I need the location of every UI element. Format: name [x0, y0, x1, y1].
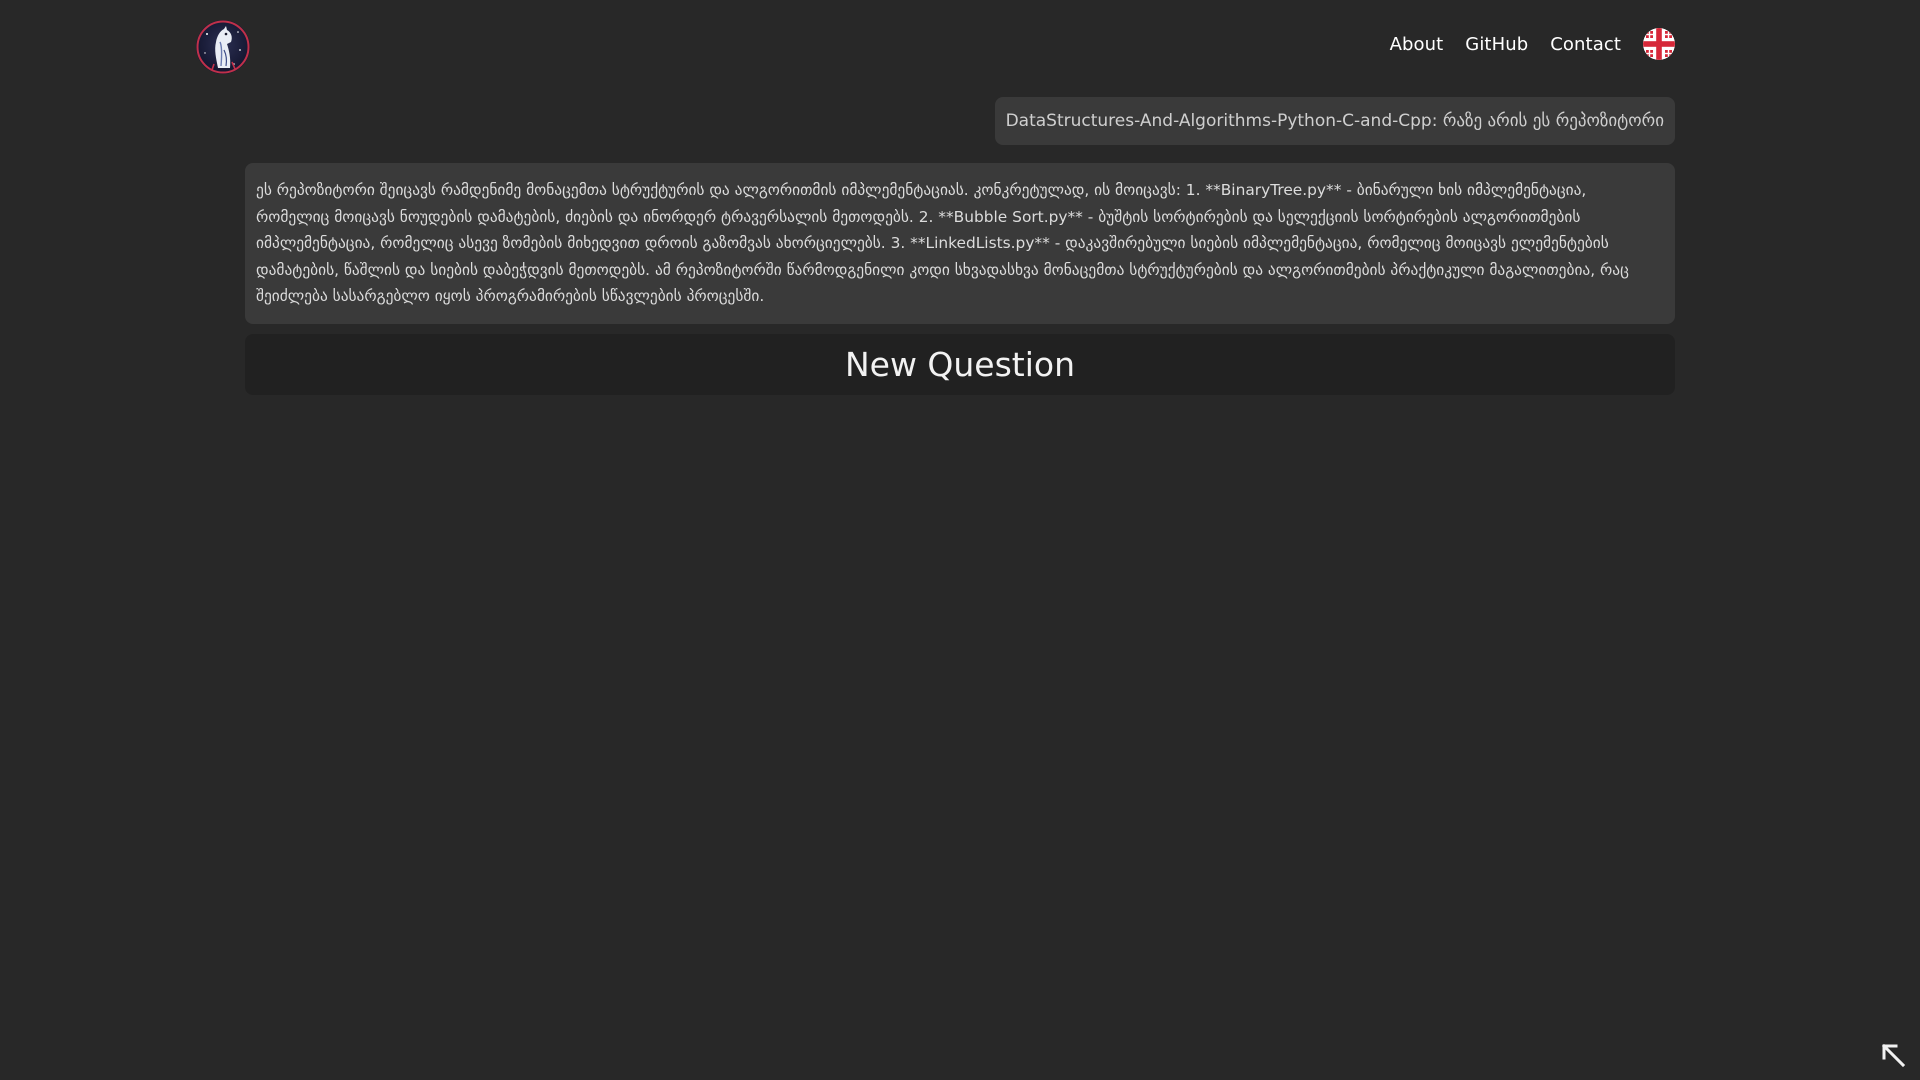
answer-bubble: ეს რეპოზიტორი შეიცავს რამდენიმე მონაცემთ… — [245, 163, 1675, 324]
main-nav: About GitHub Contact — [1390, 28, 1675, 60]
site-header: About GitHub Contact — [0, 0, 1920, 96]
user-question-bubble: DataStructures-And-Algorithms-Python-C-a… — [994, 97, 1675, 145]
uk-flag-icon[interactable] — [1643, 28, 1675, 60]
nav-link-github[interactable]: GitHub — [1465, 34, 1528, 55]
new-question-button[interactable]: New Question — [245, 334, 1675, 395]
nav-link-contact[interactable]: Contact — [1550, 34, 1621, 55]
nav-link-about[interactable]: About — [1390, 34, 1444, 55]
page: About GitHub Contact DataStructures-And-… — [0, 0, 1920, 1080]
llama-astronaut-logo-icon[interactable] — [196, 20, 250, 74]
arrow-up-left-icon[interactable] — [1880, 1042, 1906, 1068]
